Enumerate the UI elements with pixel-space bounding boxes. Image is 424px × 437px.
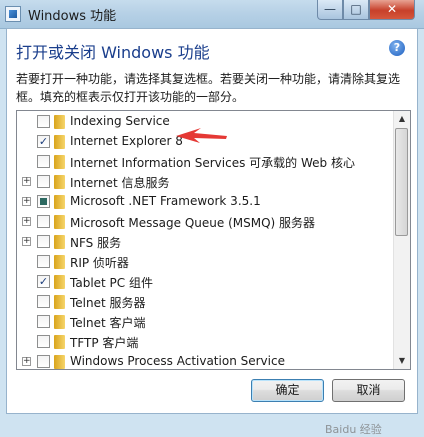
feature-row[interactable]: Telnet 客户端 <box>17 312 395 332</box>
feature-checkbox[interactable] <box>37 175 50 188</box>
folder-icon <box>54 175 65 189</box>
feature-checkbox[interactable] <box>37 255 50 268</box>
feature-label: Windows Process Activation Service <box>70 354 285 368</box>
folder-icon <box>54 135 65 149</box>
page-title: 打开或关闭 Windows 功能 <box>16 43 210 62</box>
close-icon: ✕ <box>386 2 398 16</box>
dialog-content: 打开或关闭 Windows 功能 ? 若要打开一种功能，请选择其复选框。若要关闭… <box>6 28 418 436</box>
folder-icon <box>54 255 65 269</box>
expand-icon[interactable]: + <box>22 197 31 206</box>
feature-label: Microsoft .NET Framework 3.5.1 <box>70 194 261 208</box>
maximize-button[interactable]: □ <box>343 0 369 20</box>
scroll-down-arrow-icon[interactable]: ▼ <box>394 353 410 369</box>
minimize-button[interactable]: — <box>317 0 343 20</box>
feature-label: Internet Explorer 8 <box>70 134 183 148</box>
feature-checkbox[interactable]: ✓ <box>37 135 50 148</box>
description-text: 若要打开一种功能，请选择其复选框。若要关闭一种功能，请清除其复选框。填充的框表示… <box>16 72 401 104</box>
feature-row[interactable]: + Microsoft .NET Framework 3.5.1 <box>17 192 395 212</box>
feature-label: RIP 侦听器 <box>70 256 129 270</box>
folder-icon <box>54 355 65 369</box>
feature-label: Indexing Service <box>70 114 170 128</box>
feature-row[interactable]: ✓ Tablet PC 组件 <box>17 272 395 292</box>
feature-label: Telnet 客户端 <box>70 316 146 330</box>
expand-icon[interactable]: + <box>22 237 31 246</box>
feature-checkbox[interactable] <box>37 295 50 308</box>
feature-row[interactable]: Telnet 服务器 <box>17 292 395 312</box>
feature-row[interactable]: + Internet 信息服务 <box>17 172 395 192</box>
scroll-up-arrow-icon[interactable]: ▲ <box>394 111 410 127</box>
folder-icon <box>54 195 65 209</box>
feature-label: Internet Information Services 可承载的 Web 核… <box>70 156 355 170</box>
feature-checkbox[interactable] <box>37 115 50 128</box>
feature-label: TFTP 客户端 <box>70 336 139 350</box>
feature-row[interactable]: TFTP 客户端 <box>17 332 395 352</box>
feature-row[interactable]: Internet Information Services 可承载的 Web 核… <box>17 152 395 172</box>
help-icon[interactable]: ? <box>389 40 405 56</box>
expand-icon[interactable]: + <box>22 357 31 366</box>
folder-icon <box>54 335 65 349</box>
features-tree[interactable]: + Windows Process Activation Service TFTP … <box>16 110 411 370</box>
feature-checkbox[interactable] <box>37 195 50 208</box>
vertical-scrollbar[interactable]: ▲ ▼ <box>393 111 410 369</box>
feature-row[interactable]: Indexing Service <box>17 112 395 132</box>
folder-icon <box>54 315 65 329</box>
maximize-icon: □ <box>350 2 362 16</box>
feature-label: Microsoft Message Queue (MSMQ) 服务器 <box>70 216 316 230</box>
feature-label: Telnet 服务器 <box>70 296 146 310</box>
feature-label: Tablet PC 组件 <box>70 276 153 290</box>
feature-label: Internet 信息服务 <box>70 176 170 190</box>
minimize-icon: — <box>324 2 336 16</box>
feature-checkbox[interactable] <box>37 315 50 328</box>
feature-row[interactable]: + NFS 服务 <box>17 232 395 252</box>
feature-checkbox[interactable] <box>37 335 50 348</box>
expand-icon[interactable]: + <box>22 177 31 186</box>
ok-button[interactable]: 确定 <box>251 379 324 402</box>
feature-checkbox[interactable] <box>37 355 50 368</box>
folder-icon <box>54 215 65 229</box>
feature-checkbox[interactable] <box>37 235 50 248</box>
window-title: Windows 功能 <box>28 9 117 24</box>
expand-icon[interactable]: + <box>22 217 31 226</box>
window-icon <box>5 6 21 22</box>
close-button[interactable]: ✕ <box>369 0 415 20</box>
title-bar[interactable]: Windows 功能 — □ ✕ <box>0 0 424 29</box>
feature-row[interactable]: RIP 侦听器 <box>17 252 395 272</box>
cancel-button[interactable]: 取消 <box>332 379 405 402</box>
folder-icon <box>54 275 65 289</box>
feature-checkbox[interactable] <box>37 215 50 228</box>
feature-row[interactable]: ✓ Internet Explorer 8 <box>17 132 395 152</box>
scroll-thumb[interactable] <box>395 128 408 236</box>
feature-row[interactable]: + Microsoft Message Queue (MSMQ) 服务器 <box>17 212 395 232</box>
feature-label: NFS 服务 <box>70 236 122 250</box>
feature-row[interactable]: + Windows Process Activation Service <box>17 352 395 369</box>
feature-checkbox[interactable]: ✓ <box>37 275 50 288</box>
folder-icon <box>54 155 65 169</box>
folder-icon <box>54 115 65 129</box>
feature-checkbox[interactable] <box>37 155 50 168</box>
watermark: Baidu 经验 <box>325 423 382 436</box>
folder-icon <box>54 295 65 309</box>
folder-icon <box>54 235 65 249</box>
